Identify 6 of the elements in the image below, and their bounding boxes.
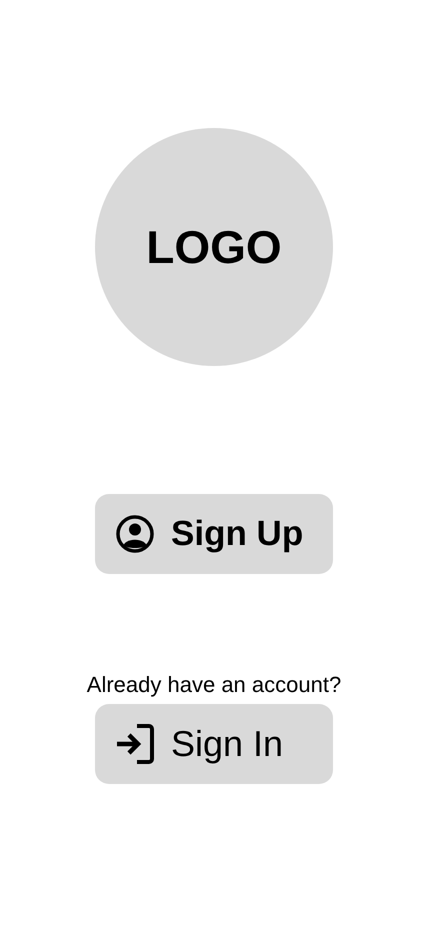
sign-in-icon xyxy=(115,723,155,765)
user-circle-icon xyxy=(115,514,155,554)
sign-in-button[interactable]: Sign In xyxy=(95,704,333,784)
account-prompt: Already have an account? xyxy=(86,672,342,698)
logo: LOGO xyxy=(95,128,333,366)
sign-up-button[interactable]: Sign Up xyxy=(95,494,333,574)
